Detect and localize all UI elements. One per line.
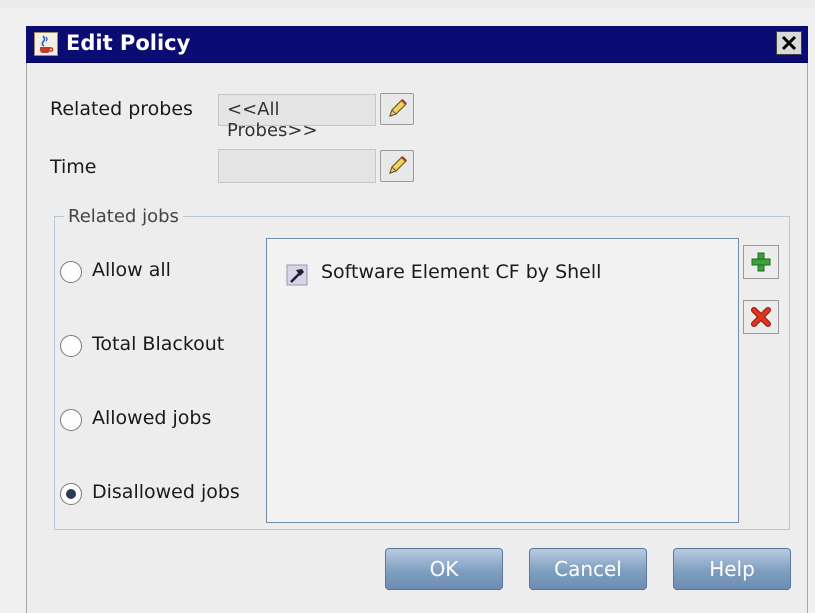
- plus-icon: [751, 252, 771, 272]
- add-job-button[interactable]: [743, 245, 779, 279]
- time-label: Time: [50, 156, 97, 178]
- ok-button[interactable]: OK: [385, 548, 503, 590]
- pencil-icon: [389, 99, 407, 117]
- close-icon: [781, 35, 797, 51]
- pencil-icon: [389, 156, 407, 174]
- radio-button[interactable]: [60, 261, 82, 283]
- jobs-list[interactable]: Software Element CF by Shell: [266, 238, 739, 523]
- related-probes-label: Related probes: [50, 98, 193, 120]
- radio-button[interactable]: [60, 409, 82, 431]
- java-cup-icon: [34, 32, 58, 56]
- radio-selected-dot: [66, 489, 76, 499]
- cancel-button[interactable]: Cancel: [529, 548, 647, 590]
- help-button[interactable]: Help: [673, 548, 791, 590]
- radio-label: Allow all: [92, 259, 171, 281]
- edit-probes-button[interactable]: [380, 93, 414, 125]
- delete-icon: [751, 307, 771, 327]
- radio-label: Total Blackout: [92, 333, 225, 355]
- title-bar[interactable]: Edit Policy: [26, 26, 808, 63]
- close-button[interactable]: [776, 31, 802, 55]
- time-field: [218, 149, 376, 183]
- edit-time-button[interactable]: [380, 150, 414, 182]
- radio-label: Allowed jobs: [92, 407, 212, 429]
- dialog-title: Edit Policy: [66, 31, 191, 55]
- related-jobs-title: Related jobs: [64, 206, 183, 227]
- job-label: Software Element CF by Shell: [321, 261, 602, 283]
- hammer-icon: [286, 264, 308, 286]
- related-probes-field: <<All Probes>>: [218, 94, 376, 141]
- background-strip: [0, 0, 815, 8]
- remove-job-button[interactable]: [743, 300, 779, 334]
- radio-button[interactable]: [60, 335, 82, 357]
- radio-button-selected[interactable]: [60, 483, 82, 505]
- radio-label: Disallowed jobs: [92, 481, 240, 503]
